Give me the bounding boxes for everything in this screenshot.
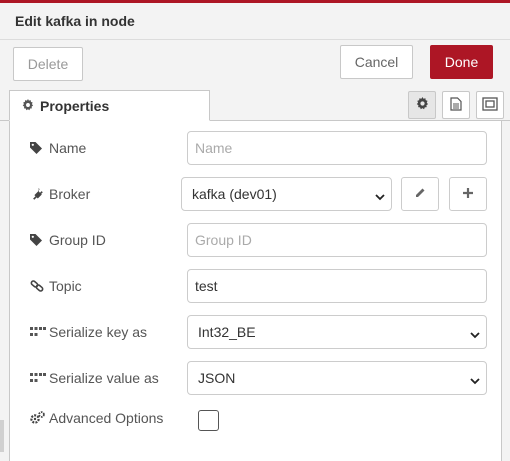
serialize-value-value: JSON (198, 370, 236, 386)
document-icon (450, 96, 462, 114)
group-id-label: Group ID (30, 232, 106, 248)
gear-icon (22, 98, 34, 114)
tag-icon (30, 234, 46, 246)
pencil-icon (414, 186, 426, 202)
name-input[interactable]: Name (187, 131, 487, 165)
plus-icon (462, 186, 474, 202)
link-icon (30, 280, 46, 292)
serialize-value-select[interactable]: JSON (187, 361, 487, 395)
dots-grid-icon (30, 327, 46, 337)
group-id-row: Group ID Group ID (10, 223, 503, 259)
tag-icon (30, 142, 46, 154)
plug-icon (30, 187, 46, 201)
name-row: Name Name (10, 131, 503, 167)
panel-edge (0, 420, 4, 452)
serialize-key-value: Int32_BE (198, 324, 256, 340)
chevron-down-icon (375, 189, 385, 205)
group-id-input[interactable]: Group ID (187, 223, 487, 257)
tab-settings[interactable] (408, 91, 436, 119)
broker-label: Broker (30, 186, 90, 202)
tab-properties[interactable]: Properties (9, 90, 210, 121)
tab-description[interactable] (442, 91, 470, 119)
group-id-label-text: Group ID (49, 232, 106, 248)
serialize-key-row: Serialize key as Int32_BE (10, 315, 503, 351)
topic-input[interactable]: test (187, 269, 487, 303)
topic-label: Topic (30, 278, 82, 294)
serialize-value-label-text: Serialize value as (49, 370, 159, 386)
name-label: Name (30, 140, 86, 156)
advanced-options-label-text: Advanced Options (49, 410, 164, 426)
frame-icon (482, 96, 498, 114)
serialize-key-label-text: Serialize key as (49, 324, 148, 340)
dialog-button-bar: Delete Cancel Done (0, 40, 510, 87)
serialize-value-row: Serialize value as JSON (10, 361, 503, 397)
advanced-options-label: Advanced Options (30, 410, 163, 426)
tab-row: Properties (0, 87, 510, 122)
dialog-title-bar: Edit kafka in node (0, 3, 510, 40)
advanced-options-checkbox[interactable] (198, 410, 219, 431)
topic-label-text: Topic (49, 278, 82, 294)
serialize-key-select[interactable]: Int32_BE (187, 315, 487, 349)
serialize-value-label: Serialize value as (30, 370, 159, 386)
add-broker-button[interactable] (449, 177, 487, 211)
broker-label-text: Broker (49, 186, 91, 202)
tab-appearance[interactable] (476, 91, 504, 119)
gears-icon (30, 411, 46, 425)
delete-button[interactable]: Delete (13, 47, 83, 81)
serialize-key-label: Serialize key as (30, 324, 147, 340)
cancel-button[interactable]: Cancel (340, 45, 413, 79)
chevron-down-icon (470, 373, 480, 389)
chevron-down-icon (470, 327, 480, 343)
edit-broker-button[interactable] (401, 177, 439, 211)
properties-panel: Name Name Broker kafka (dev01) Group ID … (9, 121, 502, 461)
gear-icon (416, 97, 429, 113)
broker-select[interactable]: kafka (dev01) (181, 177, 392, 211)
tab-properties-label: Properties (40, 97, 110, 114)
broker-row: Broker kafka (dev01) (10, 177, 503, 213)
advanced-options-row: Advanced Options (10, 407, 503, 443)
topic-row: Topic test (10, 269, 503, 305)
name-label-text: Name (49, 140, 87, 156)
dialog-title: Edit kafka in node (15, 13, 135, 29)
done-button[interactable]: Done (430, 45, 493, 79)
broker-select-value: kafka (dev01) (192, 186, 277, 202)
dots-grid-icon (30, 373, 46, 383)
